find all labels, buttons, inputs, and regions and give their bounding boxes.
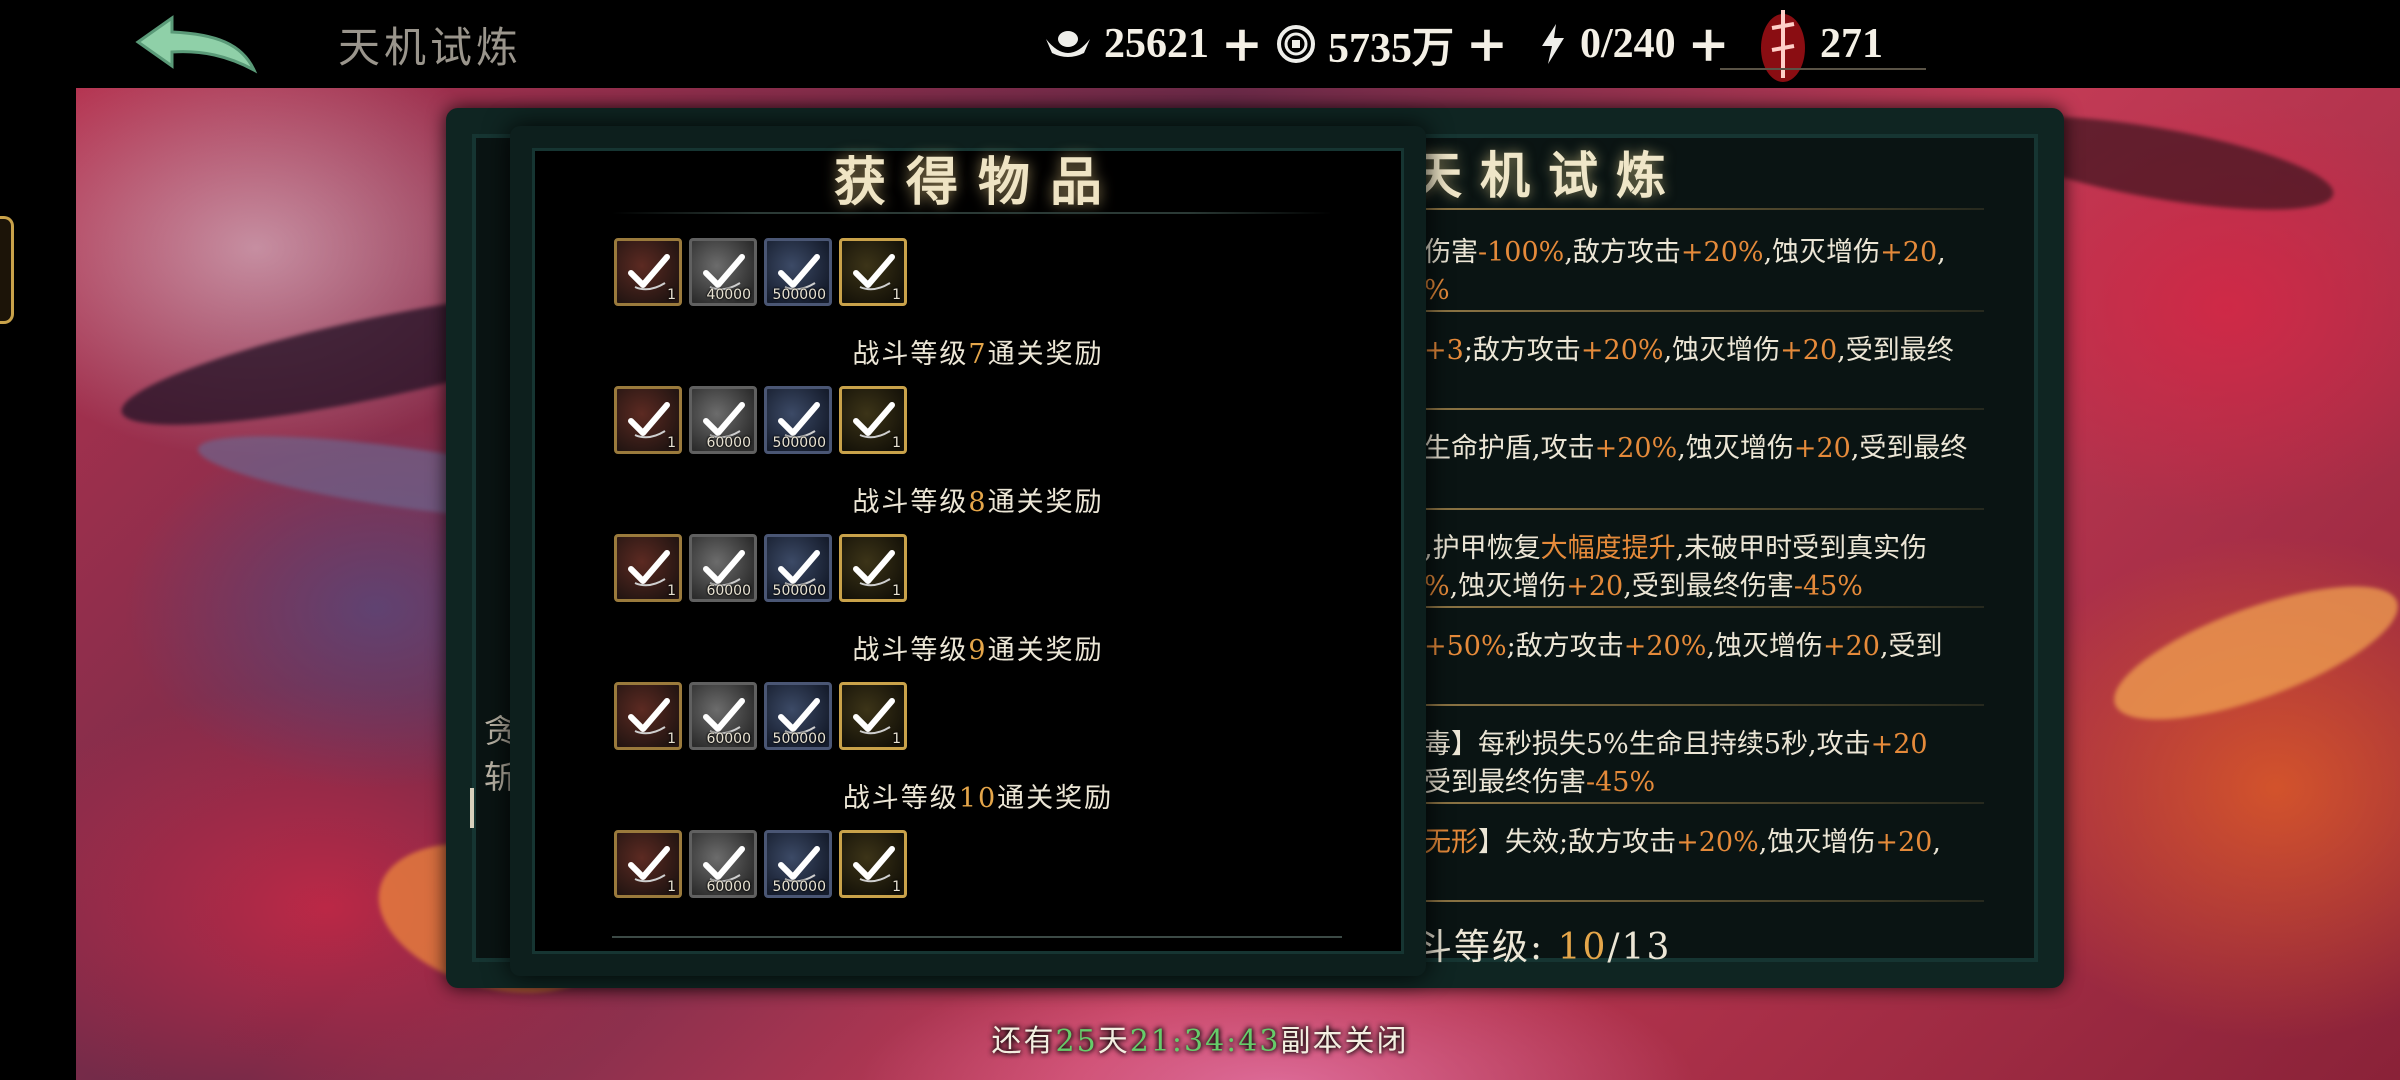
item-quantity: 60000: [706, 731, 751, 747]
item-quantity: 1: [892, 435, 901, 451]
silver-value: 25621: [1104, 21, 1209, 67]
divider: [1424, 900, 1984, 902]
trial-modifier-row: 无形】失效;敌方攻击+20%,蚀灭增伤+20,: [1424, 827, 1941, 858]
reward-item-slot[interactable]: 1: [839, 238, 907, 306]
item-quantity: 500000: [772, 287, 826, 303]
reward-item-row: 1 60000 500000 1: [614, 386, 907, 454]
reward-item-slot[interactable]: 500000: [764, 534, 832, 602]
divider: [1424, 408, 1984, 410]
add-coin-button[interactable]: +: [1466, 19, 1508, 69]
claimed-check-icon: [853, 402, 895, 439]
reward-item-row: 1 60000 500000 1: [614, 682, 907, 750]
token-resource: 271: [1758, 4, 1883, 84]
claimed-check-icon: [853, 846, 895, 883]
item-quantity: 60000: [706, 583, 751, 599]
red-token-icon: [1761, 10, 1805, 82]
divider: [612, 212, 1332, 214]
silver-ingot-icon: [1046, 31, 1090, 57]
item-quantity: 500000: [772, 731, 826, 747]
reward-item-slot[interactable]: 60000: [689, 386, 757, 454]
claimed-check-icon: [628, 254, 670, 291]
reward-item-slot[interactable]: 1: [839, 830, 907, 898]
item-quantity: 40000: [706, 287, 751, 303]
reward-item-slot[interactable]: 1: [839, 682, 907, 750]
item-quantity: 1: [892, 583, 901, 599]
reward-item-slot[interactable]: 1: [614, 830, 682, 898]
trial-modifier-row: 生命护盾,攻击+20%,蚀灭增伤+20,受到最终: [1424, 433, 1968, 464]
coin-value: 5735万: [1328, 25, 1455, 72]
top-bar: 天机试炼 25621 + 5735万 + 0/240 + 271: [0, 0, 2400, 88]
claimed-check-icon: [628, 402, 670, 439]
reward-item-slot[interactable]: 500000: [764, 238, 832, 306]
back-arrow-icon: [135, 15, 258, 74]
reward-item-slot[interactable]: 500000: [764, 682, 832, 750]
page-title: 天机试炼: [338, 23, 523, 72]
stamina-bolt-icon: [1542, 24, 1564, 64]
reward-tier-label: 战斗等级10通关奖励: [842, 783, 1114, 814]
item-quantity: 1: [892, 731, 901, 747]
stamina-value: 0/240: [1580, 21, 1676, 67]
divider: [612, 936, 1342, 938]
item-quantity: 1: [667, 583, 676, 599]
reward-item-slot[interactable]: 500000: [764, 386, 832, 454]
reward-item-slot[interactable]: 60000: [689, 830, 757, 898]
item-quantity: 60000: [706, 879, 751, 895]
item-quantity: 1: [892, 287, 901, 303]
reward-tier-label: 战斗等级7通关奖励: [852, 339, 1104, 370]
trial-modifier-row: %: [1424, 275, 1450, 306]
reward-item-row: 1 60000 500000 1: [614, 534, 907, 602]
trial-modifier-row: 伤害-100%,敌方攻击+20%,蚀灭增伤+20,: [1424, 237, 1946, 268]
coin-resource: 5735万 +: [1276, 18, 1508, 72]
trial-modifier-row: 毒】每秒损失5%生命且持续5秒,攻击+20: [1424, 729, 1928, 760]
divider: [1424, 704, 1984, 706]
trial-modifier-row: %,蚀灭增伤+20,受到最终伤害-45%: [1424, 571, 1863, 602]
token-value: 271: [1820, 21, 1883, 67]
reward-item-slot[interactable]: 500000: [764, 830, 832, 898]
reward-item-slot[interactable]: 60000: [689, 682, 757, 750]
claimed-check-icon: [628, 698, 670, 735]
reward-item-row: 1 40000 500000 1: [614, 238, 907, 306]
reward-tier-label: 战斗等级9通关奖励: [852, 635, 1104, 666]
reward-item-row: 1 60000 500000 1: [614, 830, 907, 898]
divider: [1720, 68, 1926, 70]
item-quantity: 60000: [706, 435, 751, 451]
trial-modifier-row: ,护甲恢复大幅度提升,未破甲时受到真实伤: [1424, 533, 1928, 564]
battle-level-label: 斗等级: 10/13: [1416, 927, 1672, 968]
claimed-check-icon: [853, 698, 895, 735]
reward-item-slot[interactable]: 1: [614, 682, 682, 750]
side-tab[interactable]: [0, 216, 14, 324]
reward-tier-label: 战斗等级8通关奖励: [852, 487, 1104, 518]
item-quantity: 1: [667, 731, 676, 747]
item-quantity: 1: [667, 287, 676, 303]
back-button[interactable]: [132, 12, 262, 76]
claimed-check-icon: [628, 550, 670, 587]
silver-resource: 25621 +: [1044, 18, 1263, 70]
divider: [1424, 606, 1984, 608]
reward-item-slot[interactable]: 1: [614, 534, 682, 602]
rewards-panel-title: 获得物品: [833, 152, 1122, 213]
item-quantity: 1: [892, 879, 901, 895]
copper-coin-icon: [1277, 25, 1315, 63]
claimed-check-icon: [628, 846, 670, 883]
divider: [1424, 310, 1984, 312]
item-quantity: 500000: [772, 435, 826, 451]
add-silver-button[interactable]: +: [1221, 19, 1263, 69]
reward-item-slot[interactable]: 60000: [689, 534, 757, 602]
reward-item-slot[interactable]: 40000: [689, 238, 757, 306]
add-stamina-button[interactable]: +: [1688, 19, 1730, 69]
item-quantity: 500000: [772, 879, 826, 895]
claimed-check-icon: [853, 550, 895, 587]
reward-item-slot[interactable]: 1: [614, 238, 682, 306]
item-quantity: 500000: [772, 583, 826, 599]
dungeon-countdown: 还有25天21:34:43副本关闭: [991, 1024, 1409, 1059]
reward-item-slot[interactable]: 1: [839, 386, 907, 454]
item-quantity: 1: [667, 435, 676, 451]
item-quantity: 1: [667, 879, 676, 895]
stamina-resource: 0/240 +: [1538, 18, 1730, 70]
claimed-check-icon: [853, 254, 895, 291]
reward-item-slot[interactable]: 1: [839, 534, 907, 602]
reward-item-slot[interactable]: 1: [614, 386, 682, 454]
